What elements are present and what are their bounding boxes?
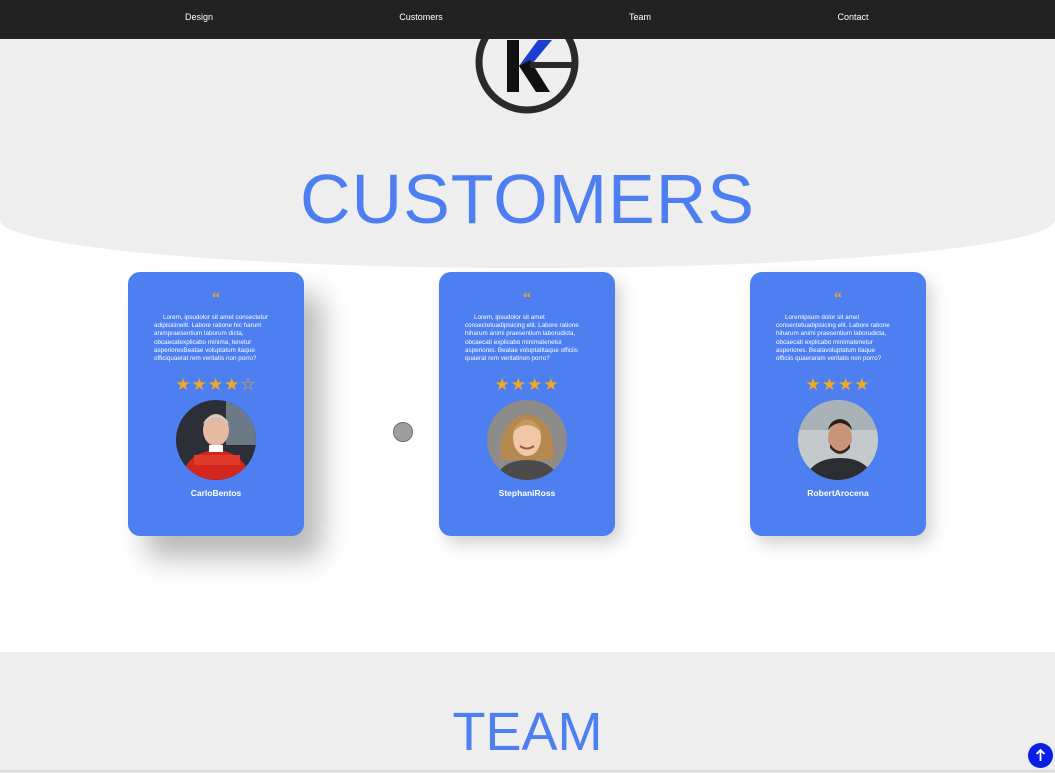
star-rating-icon: ★★★★☆ — [175, 375, 257, 394]
testimonial-text: Lorem, ipsudolor sit amet consectetuadip… — [465, 314, 579, 363]
testimonial-card: “ Lorem, ipsudolor sit amet consectetuad… — [439, 272, 615, 536]
customers-title: CUSTOMERS — [300, 160, 755, 238]
nav-link-team[interactable]: Team — [629, 12, 651, 22]
nav-link-customers[interactable]: Customers — [399, 12, 443, 22]
avatar — [798, 400, 878, 480]
customers-hero: CUSTOMERS — [0, 0, 1055, 268]
quote-icon: “ — [523, 290, 531, 307]
customer-name: CarloBentos — [190, 488, 242, 498]
testimonial-text: Lorem, ipsudolor sit amet consectetur ad… — [154, 314, 268, 363]
testimonial-text: Loremipsum dolor sit amet consectetuadip… — [776, 314, 890, 363]
nav-link-design[interactable]: Design — [185, 12, 213, 22]
team-title: TEAM — [452, 702, 603, 762]
quote-icon: “ — [834, 290, 842, 307]
arrow-up-icon — [1035, 748, 1046, 761]
testimonial-card: “ Loremipsum dolor sit amet consectetuad… — [750, 272, 926, 536]
nav-link-contact[interactable]: Contact — [837, 12, 868, 22]
customer-name: StephaniRoss — [498, 488, 556, 498]
star-rating-icon: ★★★★ — [494, 375, 560, 394]
star-rating-icon: ★★★★ — [805, 375, 871, 394]
quote-icon: “ — [212, 290, 220, 307]
avatar — [176, 400, 256, 480]
avatar — [487, 400, 567, 480]
carousel-dot[interactable] — [393, 422, 413, 442]
customer-name: RobertArocena — [807, 488, 869, 498]
team-section: TEAM — [0, 652, 1055, 773]
testimonial-card: “ Lorem, ipsudolor sit amet consectetur … — [128, 272, 304, 536]
scroll-to-top-button[interactable] — [1028, 743, 1053, 768]
top-navbar: Design Customers Team Contact — [0, 0, 1055, 39]
